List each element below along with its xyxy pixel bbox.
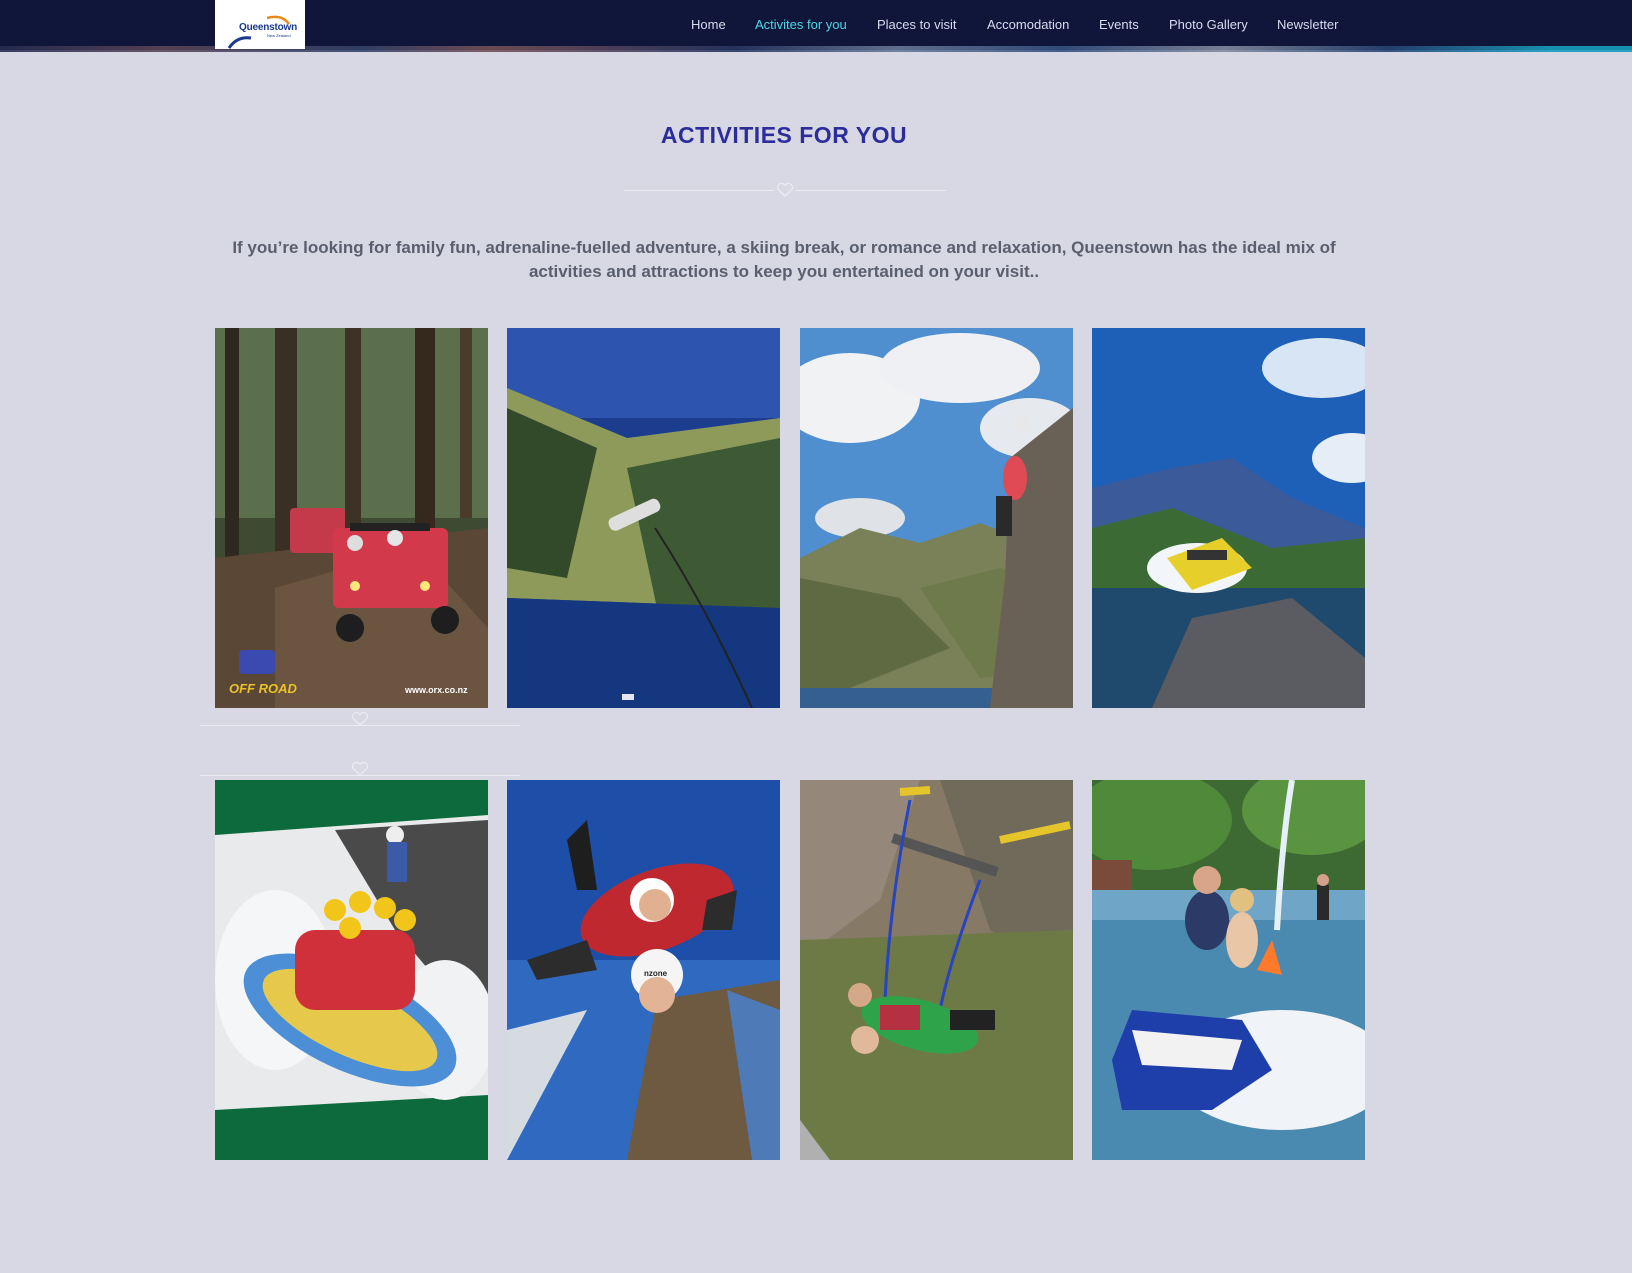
page-title: ACTIVITIES FOR YOU bbox=[660, 122, 908, 148]
intro-paragraph: If you’re looking for family fun, adrena… bbox=[232, 238, 1336, 281]
tandem-skydive-photo[interactable]: nzone bbox=[507, 780, 780, 1160]
row-divider-lower bbox=[200, 762, 520, 776]
bungy-jump-lake-photo[interactable] bbox=[507, 328, 780, 708]
white-water-rafting-photo[interactable] bbox=[215, 780, 488, 1160]
jet-ski-photo[interactable] bbox=[1092, 780, 1365, 1160]
nav-item-events[interactable]: Events bbox=[1099, 17, 1139, 32]
nav-item-home[interactable]: Home bbox=[691, 17, 726, 32]
title-divider bbox=[624, 183, 946, 197]
heart-icon bbox=[776, 183, 794, 197]
off-road-buggy-photo[interactable]: OFF ROAD www.orx.co.nz bbox=[215, 328, 488, 708]
off-road-caption-right: www.orx.co.nz bbox=[404, 685, 468, 695]
top-navbar: Queenstown New Zealand Home Activites fo… bbox=[0, 0, 1632, 52]
nav-item-activities[interactable]: Activites for you bbox=[755, 17, 847, 32]
skydive-helmet-text: nzone bbox=[644, 969, 668, 978]
heart-icon bbox=[351, 762, 369, 776]
nav-item-accomodation[interactable]: Accomodation bbox=[987, 17, 1069, 32]
heart-icon bbox=[351, 712, 369, 726]
off-road-caption-left: OFF ROAD bbox=[229, 681, 297, 696]
nav-item-photo-gallery[interactable]: Photo Gallery bbox=[1169, 17, 1248, 32]
queenstown-logo[interactable]: Queenstown New Zealand bbox=[215, 0, 305, 49]
jet-boat-photo[interactable] bbox=[1092, 328, 1365, 708]
nav-item-newsletter[interactable]: Newsletter bbox=[1277, 17, 1338, 32]
nav-item-places-to-visit[interactable]: Places to visit bbox=[877, 17, 956, 32]
rock-climbing-photo[interactable] bbox=[800, 328, 1073, 708]
divider-line-right bbox=[796, 190, 946, 191]
divider-line-left bbox=[624, 190, 774, 191]
logo-title: Queenstown bbox=[239, 22, 298, 33]
row-divider-upper bbox=[200, 712, 520, 726]
logo-subtitle: New Zealand bbox=[267, 33, 291, 38]
canyon-swing-photo[interactable] bbox=[800, 780, 1073, 1160]
